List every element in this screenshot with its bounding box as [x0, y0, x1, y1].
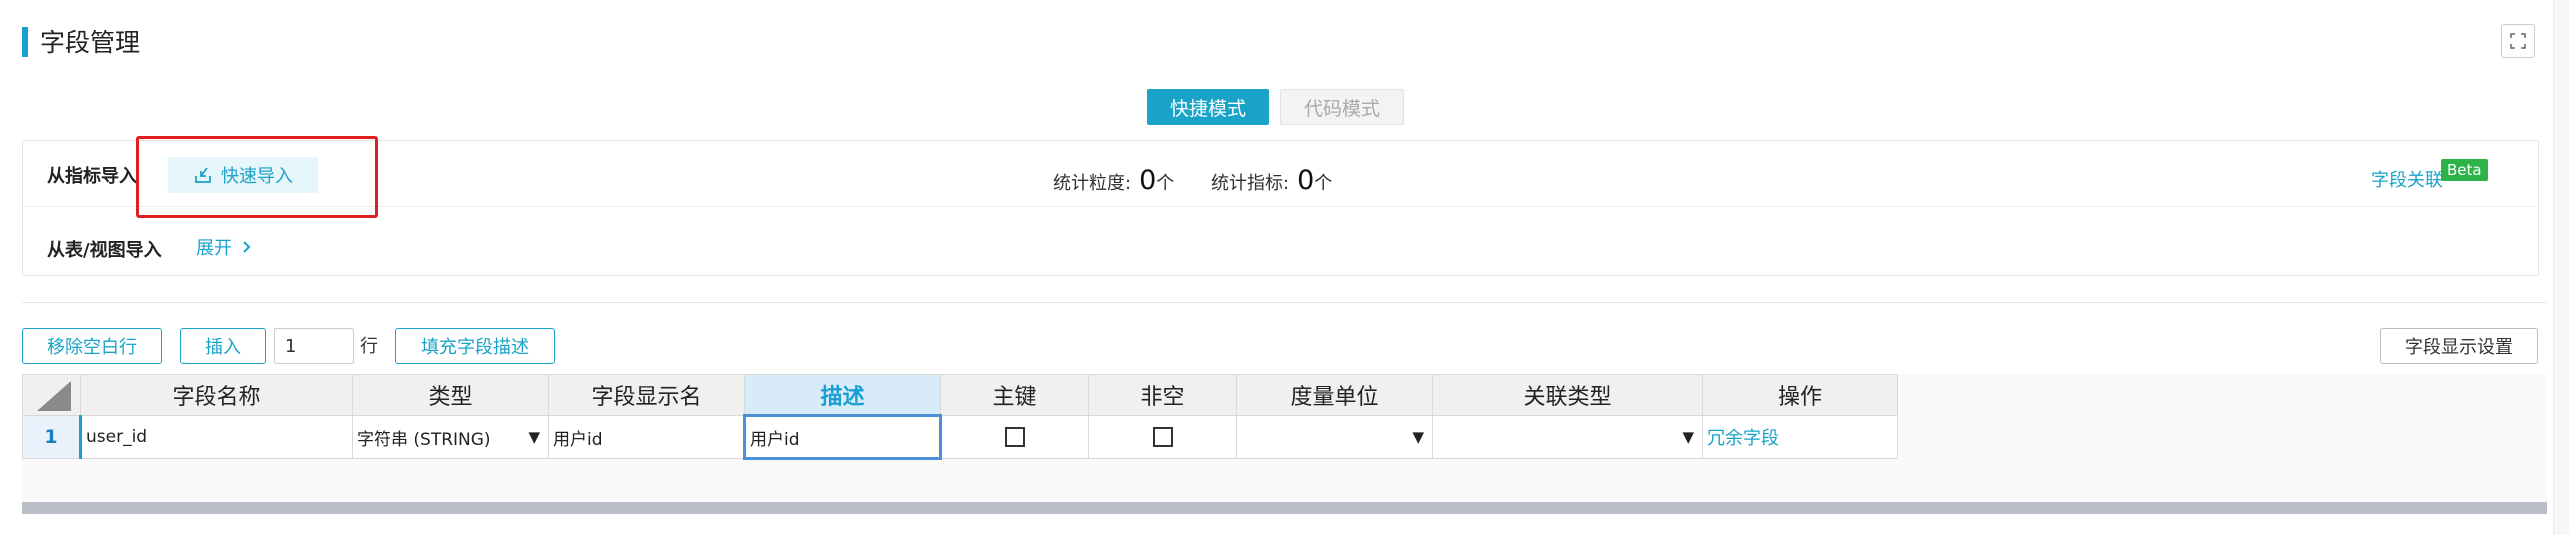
column-header[interactable]: 字段显示名: [548, 374, 745, 416]
vertical-scrollbar[interactable]: [2553, 0, 2569, 535]
stat-granularity-label: 统计粒度:: [1053, 173, 1132, 194]
fullscreen-button[interactable]: [2501, 24, 2535, 58]
dropdown-arrow-icon[interactable]: ▼: [1682, 428, 1694, 446]
beta-badge: Beta: [2441, 159, 2488, 181]
field-grid: 字段名称 类型 字段显示名 描述 主键 非空 度量单位 关联类型 操作 1 us…: [22, 374, 1898, 460]
insert-count-input[interactable]: [274, 328, 354, 364]
primary-key-cell: [940, 415, 1089, 459]
column-header[interactable]: 非空: [1088, 374, 1237, 416]
stat-granularity-value: 0: [1139, 165, 1157, 196]
row-unit-label: 行: [360, 336, 378, 357]
insert-button[interactable]: 插入: [180, 328, 266, 364]
field-name-cell[interactable]: user_id: [80, 415, 353, 459]
type-cell[interactable]: 字符串 (STRING) ▼: [352, 415, 549, 459]
highlight-box: [136, 136, 378, 218]
expand-link[interactable]: 展开: [196, 234, 252, 260]
column-header[interactable]: 度量单位: [1236, 374, 1433, 416]
row-number[interactable]: 1: [22, 415, 82, 459]
stat-metric-label: 统计指标:: [1211, 173, 1290, 194]
dropdown-arrow-icon[interactable]: ▼: [528, 428, 540, 446]
stat-granularity: 统计粒度: 0 个: [1053, 165, 1174, 196]
grid-header-row: 字段名称 类型 字段显示名 描述 主键 非空 度量单位 关联类型 操作: [22, 374, 1898, 416]
stat-metric-unit: 个: [1314, 173, 1333, 194]
field-relation-link[interactable]: 字段关联: [2371, 166, 2443, 192]
relation-type-cell[interactable]: ▼: [1432, 415, 1703, 459]
type-value: 字符串 (STRING): [357, 429, 491, 450]
stat-granularity-unit: 个: [1156, 173, 1175, 194]
expand-label: 展开: [196, 238, 232, 259]
column-header[interactable]: 字段名称: [80, 374, 353, 416]
dropdown-arrow-icon[interactable]: ▼: [1412, 428, 1424, 446]
chevron-right-icon: [243, 241, 251, 253]
description-cell[interactable]: 用户id: [743, 414, 942, 460]
tab-quick-mode[interactable]: 快捷模式: [1147, 89, 1269, 125]
horizontal-scrollbar[interactable]: [22, 502, 2547, 514]
import-panel-divider: [23, 206, 2538, 207]
stat-metric-value: 0: [1297, 165, 1315, 196]
section-divider: [22, 302, 2547, 303]
table-row: 1 user_id 字符串 (STRING) ▼ 用户id 用户id ▼ ▼ 冗…: [22, 414, 1898, 460]
from-table-label: 从表/视图导入: [47, 240, 162, 261]
unit-cell[interactable]: ▼: [1236, 415, 1433, 459]
fill-description-button[interactable]: 填充字段描述: [395, 328, 555, 364]
select-all-corner[interactable]: [22, 374, 81, 416]
action-cell: 冗余字段: [1702, 415, 1898, 459]
display-name-cell[interactable]: 用户id: [548, 415, 745, 459]
redundant-field-link[interactable]: 冗余字段: [1707, 428, 1779, 449]
tab-code-mode[interactable]: 代码模式: [1280, 89, 1404, 125]
remove-empty-rows-button[interactable]: 移除空白行: [22, 328, 162, 364]
stat-metric: 统计指标: 0 个: [1211, 165, 1332, 196]
column-header[interactable]: 类型: [352, 374, 549, 416]
column-header[interactable]: 主键: [940, 374, 1089, 416]
title-accent-bar: [22, 27, 28, 57]
not-null-cell: [1088, 415, 1237, 459]
field-display-settings-button[interactable]: 字段显示设置: [2380, 328, 2538, 364]
column-header-active[interactable]: 描述: [744, 374, 941, 416]
page-title: 字段管理: [40, 28, 141, 57]
column-header[interactable]: 关联类型: [1432, 374, 1703, 416]
not-null-checkbox[interactable]: [1152, 427, 1173, 447]
column-header[interactable]: 操作: [1702, 374, 1898, 416]
primary-key-checkbox[interactable]: [1005, 427, 1025, 447]
from-metric-label: 从指标导入: [47, 166, 137, 187]
expand-icon: [2510, 33, 2526, 49]
import-panel: [22, 140, 2539, 276]
